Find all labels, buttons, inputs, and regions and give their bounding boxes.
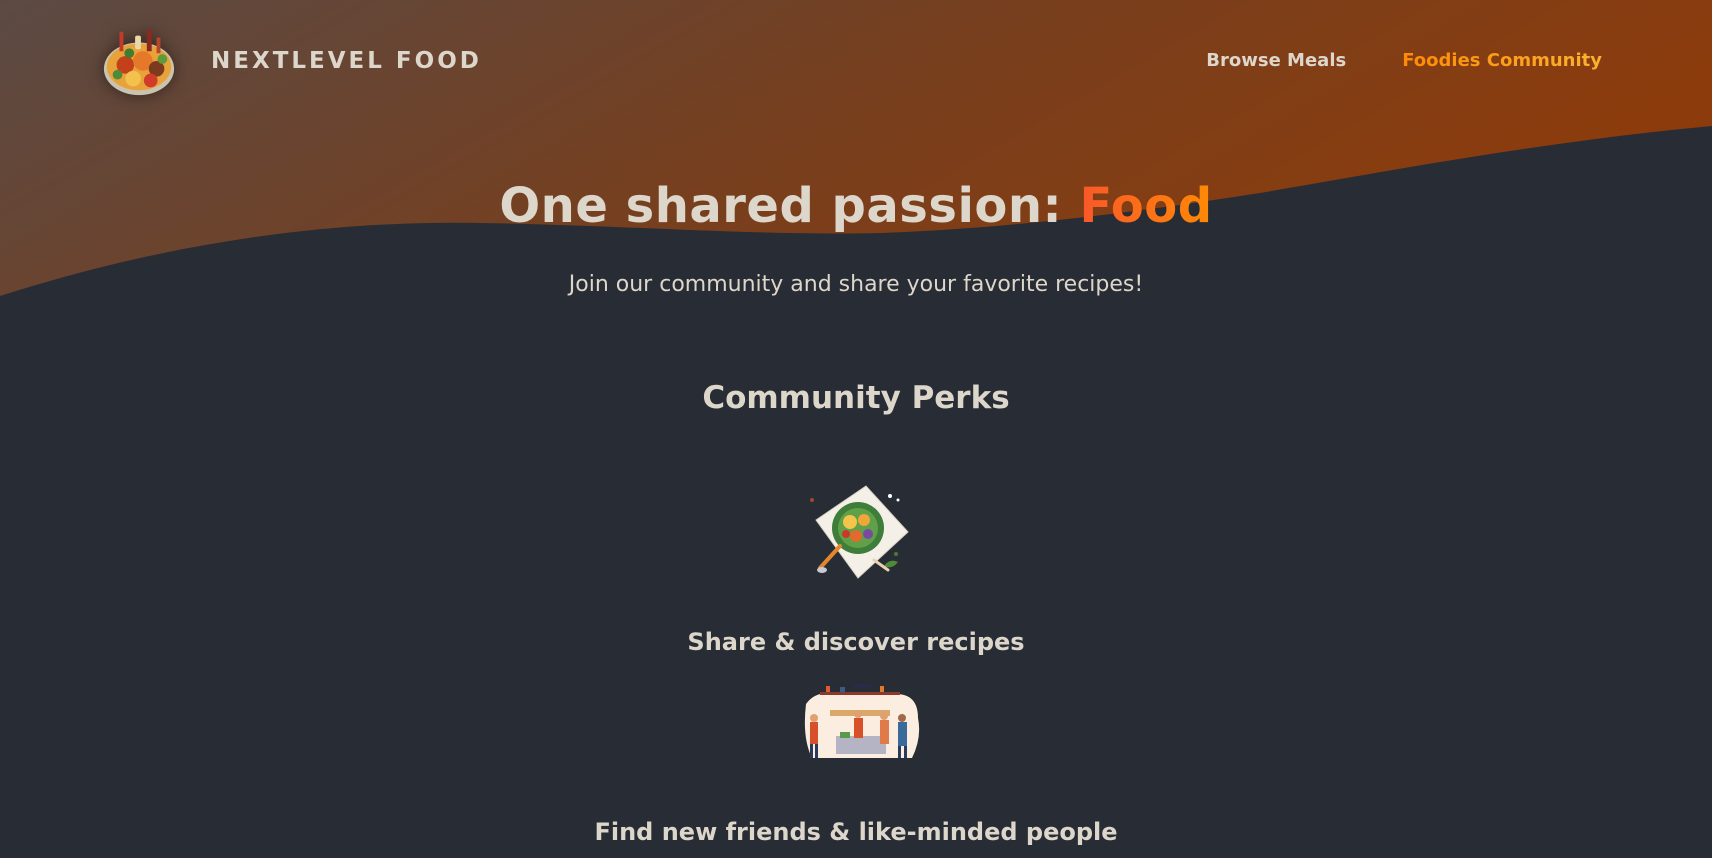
- hero-title-prefix: One shared passion:: [499, 178, 1080, 234]
- perks-heading: Community Perks: [702, 380, 1010, 416]
- site-header: NEXTLEVEL FOOD Browse Meals Foodies Comm…: [0, 0, 1712, 125]
- page: NEXTLEVEL FOOD Browse Meals Foodies Comm…: [0, 0, 1712, 858]
- nav-foodies-community[interactable]: Foodies Community: [1402, 50, 1602, 71]
- brand-name: NEXTLEVEL FOOD: [211, 48, 482, 74]
- main-nav: Browse Meals Foodies Community: [1206, 50, 1602, 71]
- hero-subtitle: Join our community and share your favori…: [568, 272, 1144, 297]
- community-kitchen-illustration: [804, 684, 920, 758]
- nav-browse-meals[interactable]: Browse Meals: [1206, 50, 1346, 71]
- home-logo-link[interactable]: NEXTLEVEL FOOD: [100, 22, 482, 100]
- hero-title-highlight: Food: [1079, 178, 1213, 234]
- meal-plate-illustration: [810, 485, 909, 579]
- perk-share-recipes-label: Share & discover recipes: [687, 628, 1025, 656]
- food-platter-logo-icon: [103, 29, 175, 96]
- hero-title: One shared passion: Food: [0, 178, 1712, 234]
- perk-find-friends-label: Find new friends & like-minded people: [594, 818, 1118, 846]
